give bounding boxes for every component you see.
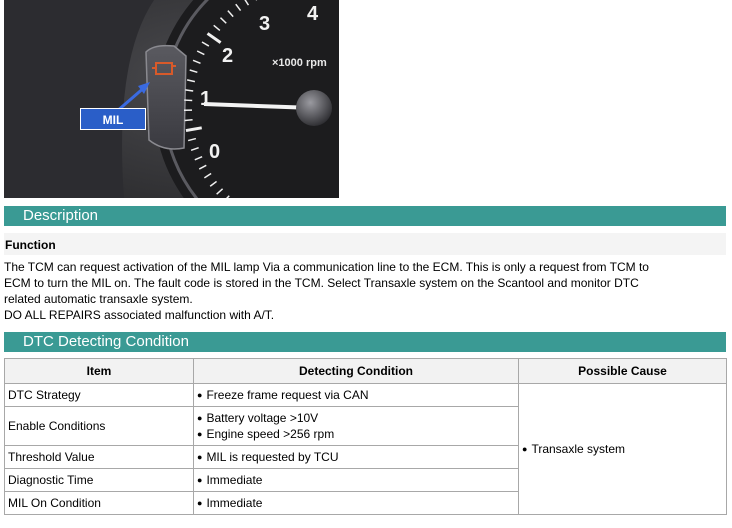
- row-condition: MIL is requested by TCU: [193, 445, 519, 469]
- row-condition: Freeze frame request via CAN: [193, 383, 519, 407]
- condition-bullet: Engine speed >256 rpm: [197, 426, 515, 442]
- row-condition: Immediate: [193, 468, 519, 492]
- tach-unit: ×1000 rpm: [272, 57, 327, 69]
- condition-bullet: Immediate: [197, 472, 515, 488]
- possible-cause-bullet: Transaxle system: [522, 441, 723, 457]
- description-section-bar: Description: [4, 206, 726, 226]
- tach-number-1: 1: [200, 88, 211, 110]
- dtc-section-bar: DTC Detecting Condition: [4, 332, 726, 352]
- row-item: Diagnostic Time: [4, 468, 194, 492]
- table-header-row: Item Detecting Condition Possible Cause: [4, 358, 727, 384]
- column-header-detecting-condition: Detecting Condition: [193, 358, 519, 384]
- row-item: DTC Strategy: [4, 383, 194, 407]
- row-condition: Battery voltage >10V Engine speed >256 r…: [193, 406, 519, 446]
- dtc-condition-table: Item Detecting Condition Possible Cause …: [4, 358, 727, 515]
- table-row: DTC Strategy Freeze frame request via CA…: [4, 383, 727, 515]
- description-line: ECM to turn the MIL on. The fault code i…: [4, 276, 639, 290]
- needle-hub: [296, 90, 332, 126]
- function-heading: Function: [4, 233, 726, 255]
- tach-number-3: 3: [259, 13, 270, 35]
- condition-bullet: Freeze frame request via CAN: [197, 387, 515, 403]
- description-line: related automatic transaxle system.: [4, 292, 193, 306]
- condition-bullet: Immediate: [197, 495, 515, 511]
- cluster-illustration: 0 1 2 3 4 ×1000 rpm: [4, 0, 339, 198]
- tach-number-0: 0: [209, 141, 220, 163]
- condition-bullet: MIL is requested by TCU: [197, 449, 515, 465]
- mil-callout-label: MIL: [80, 108, 146, 130]
- column-header-possible-cause: Possible Cause: [518, 358, 727, 384]
- column-header-item: Item: [4, 358, 194, 384]
- tach-number-4: 4: [307, 3, 319, 25]
- row-condition: Immediate: [193, 491, 519, 515]
- description-text: The TCM can request activation of the MI…: [4, 259, 726, 323]
- description-line: DO ALL REPAIRS associated malfunction wi…: [4, 308, 275, 322]
- instrument-cluster-photo: 0 1 2 3 4 ×1000 rpm MIL: [4, 0, 339, 198]
- row-item: MIL On Condition: [4, 491, 194, 515]
- tach-number-2: 2: [222, 45, 233, 67]
- possible-cause-cell: Transaxle system: [518, 383, 727, 515]
- condition-bullet: Battery voltage >10V: [197, 410, 515, 426]
- row-item: Enable Conditions: [4, 406, 194, 446]
- description-line: The TCM can request activation of the MI…: [4, 260, 649, 274]
- row-item: Threshold Value: [4, 445, 194, 469]
- tach-tick: [184, 118, 193, 122]
